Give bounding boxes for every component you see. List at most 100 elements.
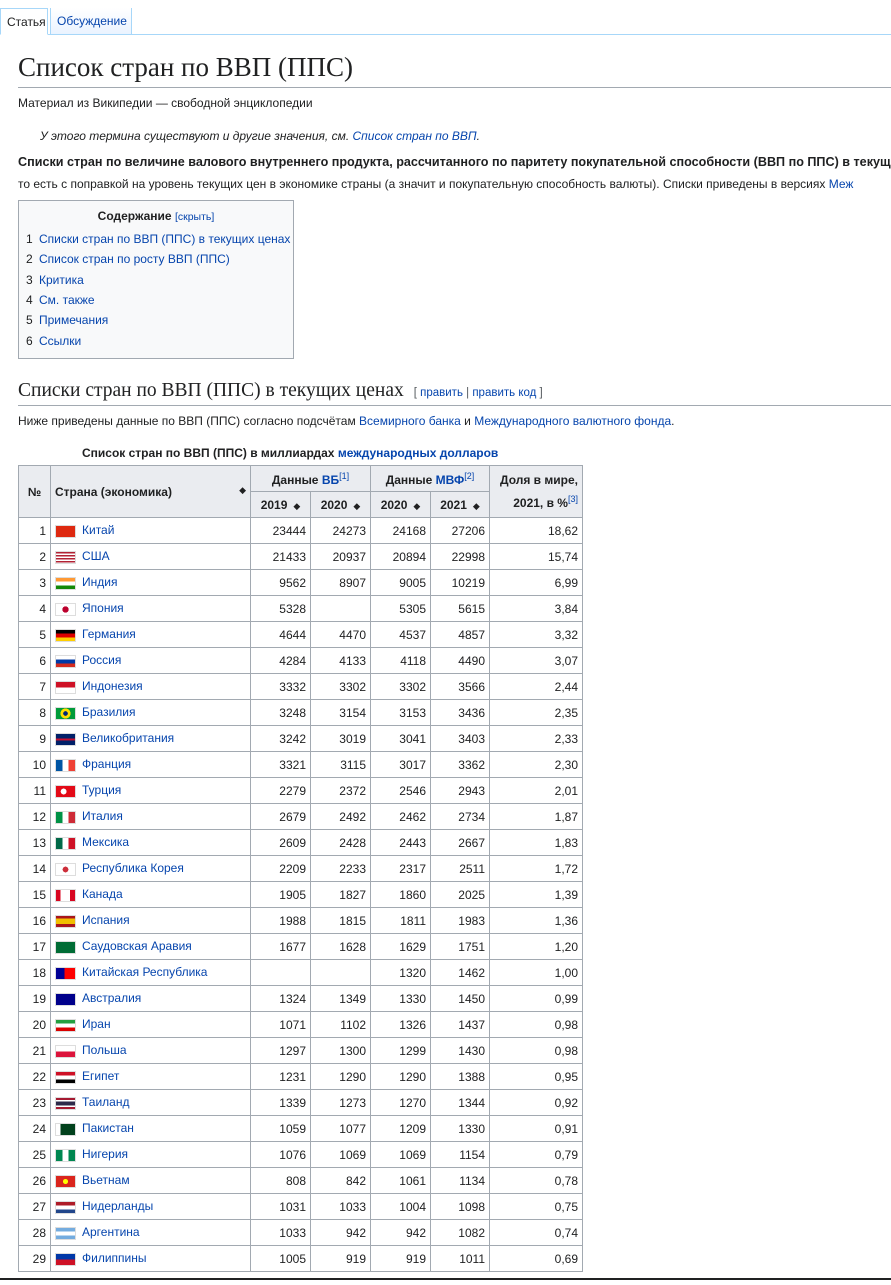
country-link[interactable]: Индонезия [82,679,143,693]
country-link[interactable]: Нигерия [82,1147,128,1161]
country-link[interactable]: Канада [82,887,123,901]
flag-icon[interactable] [55,1122,76,1136]
country-link[interactable]: Италия [82,809,123,823]
flag-icon[interactable] [55,888,76,902]
header-imf-link[interactable]: МВФ [436,473,465,487]
flag-icon[interactable] [55,602,76,616]
toc-item-label[interactable]: См. также [39,293,95,307]
toc-item-label[interactable]: Списки стран по ВВП (ППС) в текущих цена… [39,232,290,246]
caption-link[interactable]: международных долларов [338,446,499,460]
flag-icon[interactable] [55,1174,76,1188]
header-wb-link[interactable]: ВБ [322,473,339,487]
country-link[interactable]: Турция [82,783,121,797]
tab-article[interactable]: Статья [0,8,48,35]
country-link[interactable]: Пакистан [82,1121,134,1135]
country-link[interactable]: Польша [82,1043,127,1057]
world-bank-link[interactable]: Всемирного банка [359,414,461,428]
flag-icon[interactable] [55,680,76,694]
wb-2020-cell: 4470 [310,621,371,648]
flag-icon[interactable] [55,576,76,590]
sort-icon[interactable]: ◆ [293,501,300,511]
sort-icon[interactable]: ◆ [239,485,246,496]
sort-icon[interactable]: ◆ [473,501,480,511]
country-link[interactable]: Япония [82,601,124,615]
country-link[interactable]: Германия [82,627,136,641]
toc-item-label[interactable]: Примечания [39,313,108,327]
country-link[interactable]: Бразилия [82,705,136,719]
country-link[interactable]: Саудовская Аравия [82,939,192,953]
toc-item[interactable]: 4 См. также [26,293,95,307]
flag-icon[interactable] [55,550,76,564]
flag-icon[interactable] [55,992,76,1006]
country-link[interactable]: Республика Корея [82,861,184,875]
country-link[interactable]: Таиланд [82,1095,129,1109]
flag-icon[interactable] [55,1200,76,1214]
edit-link[interactable]: править [420,387,463,399]
country-link[interactable]: Филиппины [82,1251,146,1265]
country-link[interactable]: Франция [82,757,131,771]
header-imf-2021[interactable]: 2021 ◆ [430,491,490,518]
flag-icon[interactable] [55,1044,76,1058]
share-cell: 6,99 [489,569,583,596]
header-wb-2019[interactable]: 2019 ◆ [250,491,311,518]
country-link[interactable]: Австралия [82,991,141,1005]
toc-item[interactable]: 1 Списки стран по ВВП (ППС) в текущих цен… [26,232,290,246]
flag-icon[interactable] [55,810,76,824]
header-imf-ref[interactable]: [2] [464,471,474,481]
country-link[interactable]: Египет [82,1069,119,1083]
header-country[interactable]: Страна (экономика) ◆ [50,465,251,518]
flag-icon[interactable] [55,732,76,746]
country-link[interactable]: Россия [82,653,121,667]
header-wb-ref[interactable]: [1] [339,471,349,481]
country-link[interactable]: Великобритания [82,731,174,745]
tab-talk[interactable]: Обсуждение [50,8,132,34]
flag-icon[interactable] [55,1226,76,1240]
flag-icon[interactable] [55,706,76,720]
country-link[interactable]: Китайская Республика [82,965,207,979]
toc-item[interactable]: 6 Ссылки [26,334,81,348]
header-imf-2020[interactable]: 2020 ◆ [370,491,431,518]
toc-toggle-button[interactable]: [скрыть] [175,211,214,223]
flag-icon[interactable] [55,914,76,928]
hatnote-link[interactable]: Список стран по ВВП [353,129,477,143]
flag-icon[interactable] [55,524,76,538]
country-link[interactable]: Вьетнам [82,1173,130,1187]
lead-line2-link[interactable]: Меж [829,177,854,191]
header-share-ref[interactable]: [3] [568,494,578,504]
country-link[interactable]: Китай [82,523,114,537]
toc-item[interactable]: 3 Критика [26,273,84,287]
share-cell: 3,84 [489,595,583,622]
toc-item-label[interactable]: Ссылки [39,334,81,348]
flag-icon[interactable] [55,1018,76,1032]
toc-item[interactable]: 2 Список стран по росту ВВП (ППС) [26,252,230,266]
header-wb-2020[interactable]: 2020 ◆ [310,491,371,518]
wb-2019-cell: 3242 [250,725,311,752]
country-link[interactable]: Иран [82,1017,111,1031]
flag-icon[interactable] [55,1096,76,1110]
country-link[interactable]: Испания [82,913,130,927]
toc-item-label[interactable]: Критика [39,273,84,287]
country-link[interactable]: Индия [82,575,117,589]
flag-icon[interactable] [55,628,76,642]
flag-icon[interactable] [55,1148,76,1162]
flag-icon[interactable] [55,836,76,850]
flag-icon[interactable] [55,1252,76,1266]
toc-item-label[interactable]: Список стран по росту ВВП (ППС) [39,252,230,266]
country-link[interactable]: Нидерланды [82,1199,153,1213]
table-row: 18 Китайская Республика 1320 1462 1,00 [18,959,583,986]
flag-icon[interactable] [55,1070,76,1084]
flag-icon[interactable] [55,758,76,772]
flag-icon[interactable] [55,654,76,668]
sort-icon[interactable]: ◆ [353,501,360,511]
edit-code-link[interactable]: править код [472,387,536,399]
sort-icon[interactable]: ◆ [413,501,420,511]
country-link[interactable]: США [82,549,110,563]
imf-link[interactable]: Международного валютного фонда [474,414,671,428]
flag-icon[interactable] [55,966,76,980]
flag-icon[interactable] [55,940,76,954]
flag-icon[interactable] [55,862,76,876]
country-link[interactable]: Аргентина [82,1225,140,1239]
country-link[interactable]: Мексика [82,835,129,849]
toc-item[interactable]: 5 Примечания [26,313,108,327]
flag-icon[interactable] [55,784,76,798]
